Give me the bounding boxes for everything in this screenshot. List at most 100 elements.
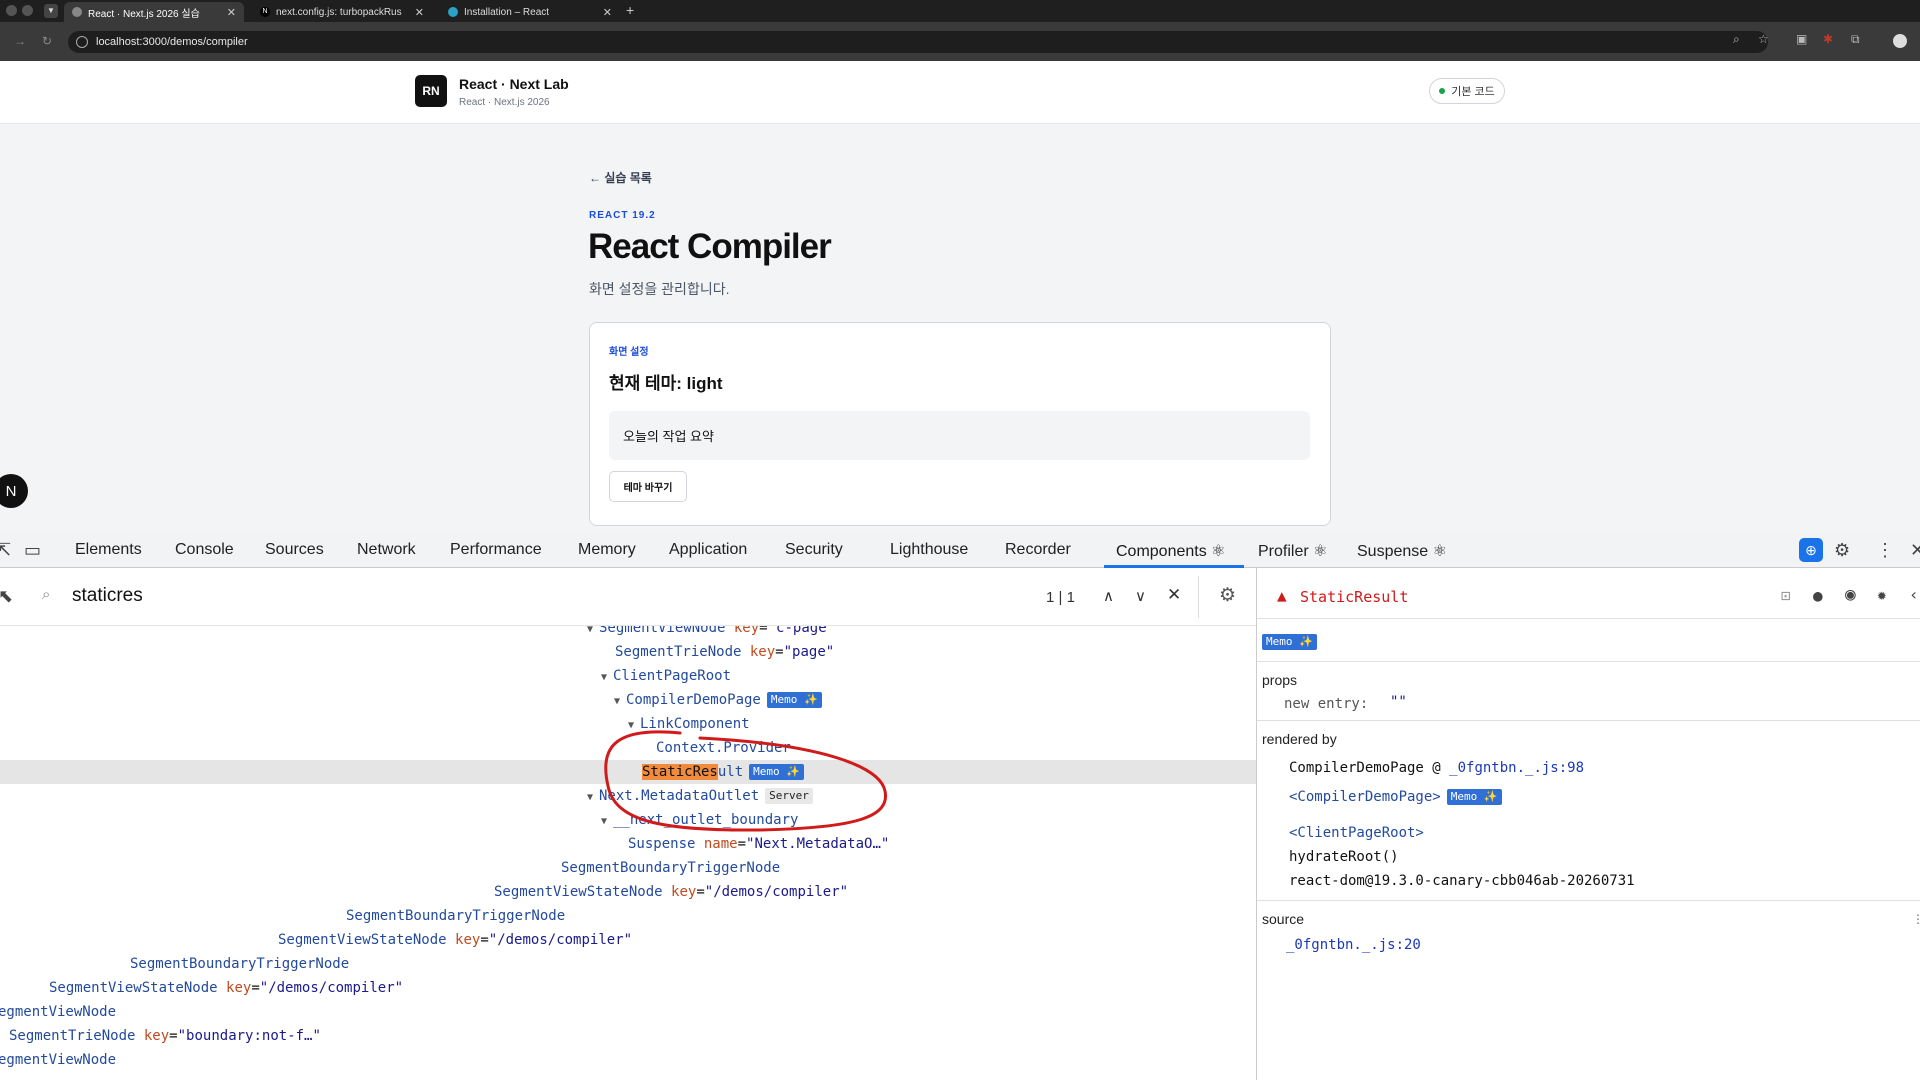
- tab-close-icon[interactable]: ✕: [603, 6, 612, 19]
- rendered-by-section-label: rendered by: [1262, 731, 1337, 747]
- tab-components[interactable]: Components ⚛: [1116, 541, 1226, 561]
- owner-client-page-root[interactable]: <ClientPageRoot>: [1289, 825, 1424, 841]
- next-dev-indicator[interactable]: N: [0, 474, 28, 508]
- new-entry-value[interactable]: "": [1390, 694, 1407, 710]
- tab-sources[interactable]: Sources: [265, 541, 324, 559]
- card-label: 화면 설정: [609, 347, 649, 358]
- close-devtools-icon[interactable]: ✕: [1910, 540, 1920, 561]
- page-title: React Compiler: [588, 227, 832, 266]
- tab-recorder[interactable]: Recorder: [1005, 541, 1071, 559]
- section-divider: [1257, 661, 1920, 662]
- tab-security[interactable]: Security: [785, 541, 843, 559]
- code-badge-label: 기본 코드: [1451, 86, 1495, 98]
- bookmark-star-icon[interactable]: ☆: [1758, 32, 1769, 46]
- brand-subtitle: React · Next.js 2026: [459, 97, 550, 108]
- tab-close-icon[interactable]: ✕: [227, 6, 236, 19]
- header-divider: [1257, 618, 1920, 619]
- tab-memory[interactable]: Memory: [578, 541, 636, 559]
- tab-close-icon[interactable]: ✕: [415, 6, 424, 19]
- brand-title[interactable]: React · Next Lab: [459, 76, 569, 92]
- url-text[interactable]: localhost:3000/demos/compiler: [96, 36, 248, 48]
- source-link[interactable]: _0fgntbn._.js:98: [1449, 760, 1584, 776]
- source-file-link[interactable]: _0fgntbn._.js:20: [1286, 937, 1421, 953]
- forward-arrow-icon[interactable]: →: [14, 34, 26, 48]
- zoom-icon[interactable]: ⌕: [1733, 32, 1740, 47]
- eye-icon[interactable]: ◉: [1845, 584, 1856, 605]
- tab-search-chevron-icon[interactable]: ▼: [44, 4, 58, 18]
- previous-result-icon[interactable]: ∧: [1103, 587, 1114, 605]
- tab-application[interactable]: Application: [669, 541, 747, 559]
- source-section-label: source: [1262, 911, 1305, 927]
- selected-component-name: StaticResult: [1300, 588, 1409, 606]
- props-section-label: props: [1262, 672, 1298, 688]
- settings-card: 화면 설정 현재 테마: light 오늘의 작업 요약 테마 바꾸기: [589, 322, 1331, 526]
- owner-compiler-demo-page[interactable]: <CompilerDemoPage> Memo ✨: [1289, 789, 1502, 805]
- rendered-by-component: CompilerDemoPage @ _0fgntbn._.js:98: [1289, 760, 1585, 776]
- inspect-dom-icon[interactable]: ⊡: [1781, 586, 1791, 605]
- annotation-circle: [604, 730, 888, 832]
- error-toggle-icon[interactable]: ●: [1813, 586, 1823, 605]
- profile-avatar[interactable]: [1893, 34, 1907, 48]
- next-logo-icon: N: [260, 7, 270, 17]
- new-tab-plus-icon[interactable]: +: [626, 2, 634, 18]
- ai-assistance-icon[interactable]: ⊕: [1799, 538, 1823, 562]
- card-title: 현재 테마: light: [609, 374, 723, 393]
- tab-title: React · Next.js 2026 실습: [88, 8, 200, 20]
- source-more-icon[interactable]: ⋮: [1912, 912, 1920, 926]
- tab-elements[interactable]: Elements: [75, 541, 142, 559]
- tab-suspense[interactable]: Suspense ⚛: [1357, 541, 1447, 561]
- window-minimize-icon[interactable]: [22, 5, 33, 16]
- tab-title: Installation – React: [464, 6, 550, 18]
- component-settings-gear-icon[interactable]: ⚙: [1219, 584, 1236, 607]
- tab-console[interactable]: Console: [175, 541, 234, 559]
- hydrate-root-call: hydrateRoot(): [1289, 849, 1399, 865]
- brand-logo[interactable]: RN: [415, 75, 447, 107]
- view-source-icon[interactable]: ‹: [1909, 585, 1919, 604]
- version-label: REACT 19.2: [589, 210, 656, 221]
- site-info-icon[interactable]: [76, 36, 88, 48]
- tab-profiler[interactable]: Profiler ⚛: [1258, 541, 1327, 561]
- devtools-tab-bar: ⇱ ▭ Elements Console Sources Network Per…: [0, 532, 1920, 568]
- status-dot-icon: [1439, 88, 1446, 94]
- select-element-icon[interactable]: ⬉: [0, 586, 13, 607]
- search-result-count: 1 | 1: [1046, 589, 1075, 606]
- device-toolbar-icon[interactable]: ▭: [24, 540, 41, 561]
- more-options-icon[interactable]: ⋮: [1876, 540, 1894, 561]
- tab-next-config[interactable]: N next.config.js: turbopackRus ✕: [252, 2, 432, 22]
- components-search-bar: ⬉ ⌕ staticres 1 | 1 ∧ ∨ ✕ ⚙: [0, 568, 1256, 626]
- tab-performance[interactable]: Performance: [450, 541, 542, 559]
- clear-search-icon[interactable]: ✕: [1167, 585, 1181, 605]
- search-icon: ⌕: [42, 586, 51, 603]
- debug-bug-icon[interactable]: ✹: [1877, 585, 1887, 604]
- page-subtitle: 화면 설정을 관리합니다.: [589, 281, 730, 297]
- settings-gear-icon[interactable]: ⚙: [1834, 540, 1850, 561]
- inspect-element-icon[interactable]: ⇱: [0, 540, 11, 561]
- memo-badge: Memo ✨: [1262, 634, 1317, 650]
- toolbar-divider: [1198, 576, 1199, 618]
- tab-lighthouse[interactable]: Lighthouse: [890, 541, 968, 559]
- toggle-theme-button[interactable]: 테마 바꾸기: [609, 471, 687, 502]
- next-result-icon[interactable]: ∨: [1135, 587, 1146, 605]
- puzzle-icon[interactable]: ⧉: [1851, 32, 1860, 47]
- browser-tab-strip: ▼ React · Next.js 2026 실습 ✕ N next.confi…: [0, 0, 1920, 22]
- tab-installation-react[interactable]: Installation – React ✕: [440, 2, 620, 22]
- react-dom-version: react-dom@19.3.0-canary-cbb046ab-2026073…: [1289, 873, 1635, 889]
- search-input[interactable]: staticres: [72, 585, 143, 607]
- new-entry-key[interactable]: new entry:: [1284, 696, 1368, 712]
- section-divider: [1257, 900, 1920, 901]
- section-divider: [1257, 720, 1920, 721]
- web-page: RN React · Next Lab React · Next.js 2026…: [0, 61, 1920, 532]
- extension-icon[interactable]: ▣: [1796, 32, 1807, 46]
- tab-react-next[interactable]: React · Next.js 2026 실습 ✕: [64, 2, 244, 22]
- back-to-list-link[interactable]: ← 실습 목록: [589, 169, 652, 186]
- warning-icon: ▲: [1277, 586, 1287, 605]
- tab-network[interactable]: Network: [357, 541, 416, 559]
- extension-bug-icon[interactable]: ✱: [1823, 32, 1833, 46]
- site-header: RN React · Next Lab React · Next.js 2026…: [0, 61, 1920, 124]
- code-badge[interactable]: 기본 코드: [1429, 78, 1505, 104]
- reload-icon[interactable]: ↻: [42, 34, 52, 48]
- memo-badge: Memo ✨: [1446, 789, 1502, 805]
- omnibox[interactable]: localhost:3000/demos/compiler: [68, 31, 1768, 53]
- globe-icon: [72, 7, 82, 17]
- window-close-icon[interactable]: [6, 5, 17, 16]
